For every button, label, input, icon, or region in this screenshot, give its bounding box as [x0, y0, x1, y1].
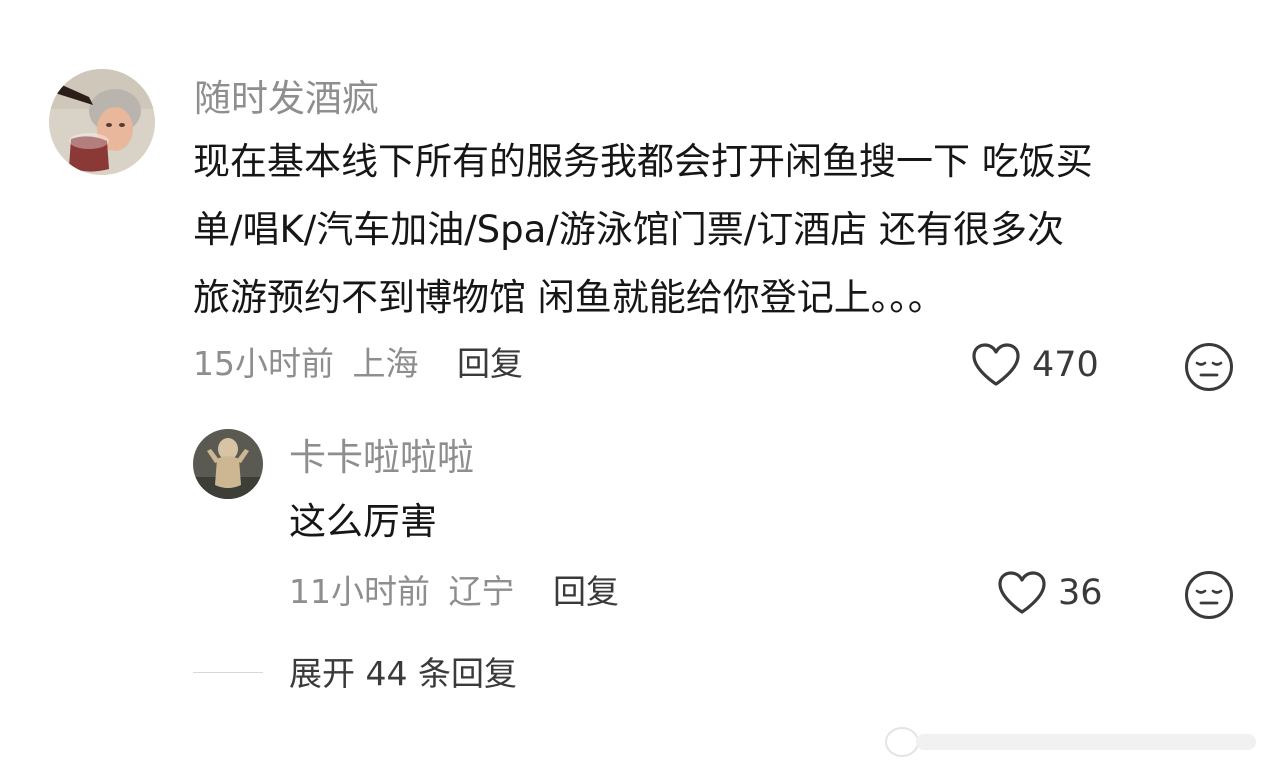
- reply-like-count: 36: [1058, 573, 1103, 613]
- comment-location: 上海: [352, 344, 419, 383]
- reply-avatar[interactable]: [193, 429, 263, 499]
- reply-time: 11小时前: [289, 572, 430, 611]
- comment-like-count: 470: [1032, 345, 1099, 385]
- watermark-graphic: [876, 720, 1276, 764]
- reply-location: 辽宁: [448, 572, 515, 611]
- heart-outline-icon: [970, 342, 1022, 388]
- comment-dislike-button[interactable]: [1183, 341, 1235, 393]
- reply-dislike-button[interactable]: [1183, 569, 1235, 621]
- neutral-face-icon: [1183, 569, 1235, 621]
- reply-reply-button[interactable]: 回复: [553, 572, 619, 611]
- comment-username[interactable]: 随时发酒疯: [194, 77, 379, 121]
- avatar[interactable]: [49, 69, 155, 175]
- comment-meta: 15小时前 上海 回复: [193, 342, 523, 386]
- reply-username[interactable]: 卡卡啦啦啦: [289, 436, 474, 480]
- avatar-image: [49, 69, 155, 175]
- comment-text-line-1: 现在基本线下所有的服务我都会打开闲鱼搜一下 吃饭买: [193, 140, 1093, 183]
- neutral-face-icon: [1183, 341, 1235, 393]
- expand-divider: [193, 672, 263, 673]
- comment-text-line-3: 旅游预约不到博物馆 闲鱼就能给你登记上。。。: [193, 276, 945, 319]
- reply-like-button[interactable]: 36: [996, 570, 1103, 616]
- expand-replies-button[interactable]: 展开 44 条回复: [289, 652, 517, 696]
- reply-meta: 11小时前 辽宁 回复: [289, 570, 619, 614]
- reply-avatar-image: [193, 429, 263, 499]
- reply-text: 这么厉害: [289, 500, 437, 543]
- comment-text-line-2: 单/唱K/汽车加油/Spa/游泳馆门票/订酒店 还有很多次: [193, 208, 1064, 251]
- comment-time: 15小时前: [193, 344, 334, 383]
- comment-like-button[interactable]: 470: [970, 342, 1099, 388]
- heart-outline-icon: [996, 570, 1048, 616]
- comment-reply-button[interactable]: 回复: [457, 344, 523, 383]
